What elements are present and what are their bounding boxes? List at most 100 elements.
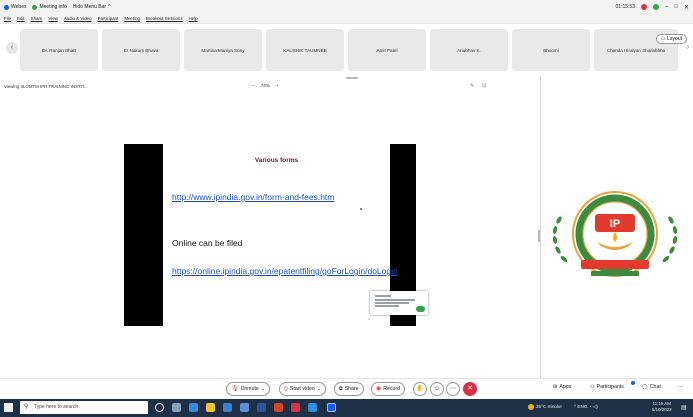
menu-meeting[interactable]: Meeting	[124, 16, 140, 21]
more-options-button[interactable]: ⋯	[446, 382, 460, 396]
menu-help[interactable]: Help	[189, 16, 198, 21]
more-panels-button[interactable]: ···	[678, 384, 683, 390]
layout-button[interactable]: ▭ Layout	[655, 34, 687, 44]
record-label: Record	[383, 386, 400, 392]
leave-meeting-button[interactable]: ✕	[463, 382, 477, 396]
hide-menu-bar-label: Hide Menu Bar	[72, 4, 107, 10]
annotate-icon[interactable]: ✎	[470, 83, 474, 89]
cortana-icon[interactable]	[155, 403, 164, 412]
participants-label: Participants	[596, 384, 624, 390]
participant-strip: ‹ Dr. Ranjan Bhatt Er Nakum Bhava Martin…	[0, 25, 693, 75]
participant-tile[interactable]: KAUSHIK TAUMNBB	[266, 29, 344, 71]
more-icon: ⋯	[450, 386, 456, 392]
participant-name: Amit Patel	[376, 47, 398, 53]
hide-menu-bar-button[interactable]: Hide Menu Bar ^	[73, 4, 111, 10]
presentation-slide: Various forms http://www.ipindia.gov.in/…	[163, 144, 398, 326]
title-bar: Webex Meeting info Hide Menu Bar ^ 01:15…	[0, 0, 693, 14]
weather-icon	[528, 404, 534, 410]
weather-text: 35°C Smoke	[536, 404, 562, 409]
participant-tile[interactable]: Bhoomi	[512, 29, 590, 71]
unmute-button[interactable]: 🎙 Unmute ⌄	[226, 382, 271, 396]
share-icon: ⧉	[339, 386, 343, 392]
task-view-icon[interactable]	[172, 403, 181, 412]
menu-audio-video[interactable]: Audio & Video	[64, 16, 92, 21]
chat-icon: ◯	[642, 384, 648, 390]
info-icon	[32, 4, 38, 10]
file-explorer-icon[interactable]	[206, 403, 215, 412]
connection-status-icon	[653, 4, 659, 10]
stage-drag-handle[interactable]	[346, 77, 358, 79]
meeting-info-button[interactable]: Meeting info	[32, 4, 67, 10]
shared-notification-popup	[370, 291, 428, 315]
apps-icon: ⊞	[553, 384, 558, 390]
chevron-down-icon: ⌄	[316, 386, 322, 392]
system-tray[interactable]: ^ ENG ◔ ◁)	[574, 404, 598, 410]
windows-taskbar: Type here to search ⚲ 35°C Smoke ^ ENG ◔…	[0, 399, 693, 417]
acrobat-icon[interactable]	[291, 403, 300, 412]
clock-date: 5/10/2023	[652, 407, 672, 412]
word-icon[interactable]	[257, 403, 266, 412]
zoom-control: − 74% +	[252, 83, 279, 88]
share-button[interactable]: ⧉ Share	[334, 382, 364, 396]
windows-start-icon[interactable]	[4, 403, 13, 412]
reactions-button[interactable]: ✋	[413, 382, 427, 396]
slide-link-epatent: https://online.ipindia.gov.in/epatentfil…	[172, 266, 398, 276]
meeting-controls: 🎙 Unmute ⌄ ⦸ Start video ⌄ ⧉ Share ◉ Rec…	[0, 378, 693, 399]
browser-icon[interactable]	[308, 403, 317, 412]
participant-tile[interactable]: Amit Patel	[348, 29, 426, 71]
emoji-button[interactable]: ☺	[430, 382, 444, 396]
unmute-label: Unmute	[240, 386, 259, 392]
panel-resize-handle[interactable]	[538, 230, 540, 242]
participant-name: KAUSHIK TAUMNBB	[283, 47, 327, 53]
zoom-value: 74%	[260, 83, 270, 88]
fullscreen-icon[interactable]: ⊡	[482, 83, 486, 89]
menu-file[interactable]: File	[4, 16, 11, 21]
menu-view[interactable]: View	[48, 16, 57, 21]
close-button[interactable]: ✕	[684, 4, 689, 11]
strip-prev-button[interactable]: ‹	[6, 42, 18, 54]
participant-tile[interactable]: Martina Maniya Sony	[184, 29, 262, 71]
chevron-down-icon: ⌄	[260, 386, 266, 392]
zoom-in-button[interactable]: +	[276, 83, 279, 88]
store-icon[interactable]	[240, 403, 249, 412]
participant-name: Bhoomi	[543, 47, 559, 53]
participant-tile[interactable]: Dr. Ranjan Bhatt	[20, 29, 98, 71]
popup-text-line	[375, 302, 409, 304]
recording-status-icon	[641, 4, 647, 10]
meeting-info-label: Meeting info	[39, 4, 67, 10]
close-icon: ✕	[467, 385, 473, 392]
menu-edit[interactable]: Edit	[17, 16, 25, 21]
record-icon: ◉	[376, 386, 382, 392]
participant-tile[interactable]: Er Nakum Bhava	[102, 29, 180, 71]
start-video-button[interactable]: ⦸ Start video ⌄	[279, 382, 327, 396]
viewing-label: Viewing IILOMTM IPR TRAINING INSTIT...	[4, 84, 88, 89]
chat-button[interactable]: ◯ Chat	[642, 384, 661, 390]
webex-taskbar-icon[interactable]	[327, 403, 336, 412]
participants-button[interactable]: ⚇ Participants	[590, 384, 624, 390]
share-label: Share	[344, 386, 359, 392]
taskbar-clock[interactable]: 11:15 AM 5/10/2023	[652, 401, 672, 413]
webex-window: Webex Meeting info Hide Menu Bar ^ 01:15…	[0, 0, 693, 417]
participant-name: Anubhav K.	[457, 47, 481, 53]
menu-share[interactable]: Share	[31, 16, 43, 21]
menu-breakout-sessions[interactable]: Breakout Sessions	[146, 16, 183, 21]
record-button[interactable]: ◉ Record	[371, 382, 405, 396]
maximize-button[interactable]: □	[674, 4, 678, 10]
participant-tile[interactable]: Anubhav K.	[430, 29, 508, 71]
notification-icon[interactable]: ▤	[681, 404, 687, 411]
apps-button[interactable]: ⊞ Apps	[553, 384, 571, 390]
search-icon: ⚲	[24, 404, 29, 410]
apps-label: Apps	[559, 384, 572, 390]
minimize-button[interactable]: –	[665, 4, 668, 10]
strip-next-button[interactable]: ›	[684, 42, 692, 54]
edge-icon[interactable]	[189, 403, 198, 412]
panel-divider	[540, 76, 541, 378]
taskbar-search-input[interactable]: Type here to search	[20, 401, 148, 414]
video-off-icon: ⦸	[284, 386, 288, 392]
powerpoint-icon[interactable]	[274, 403, 283, 412]
layout-label: Layout	[666, 36, 682, 42]
zoom-out-button[interactable]: −	[252, 83, 255, 88]
mail-icon[interactable]	[223, 403, 232, 412]
slide-marker	[360, 208, 362, 210]
menu-participant[interactable]: Participant	[98, 16, 119, 21]
